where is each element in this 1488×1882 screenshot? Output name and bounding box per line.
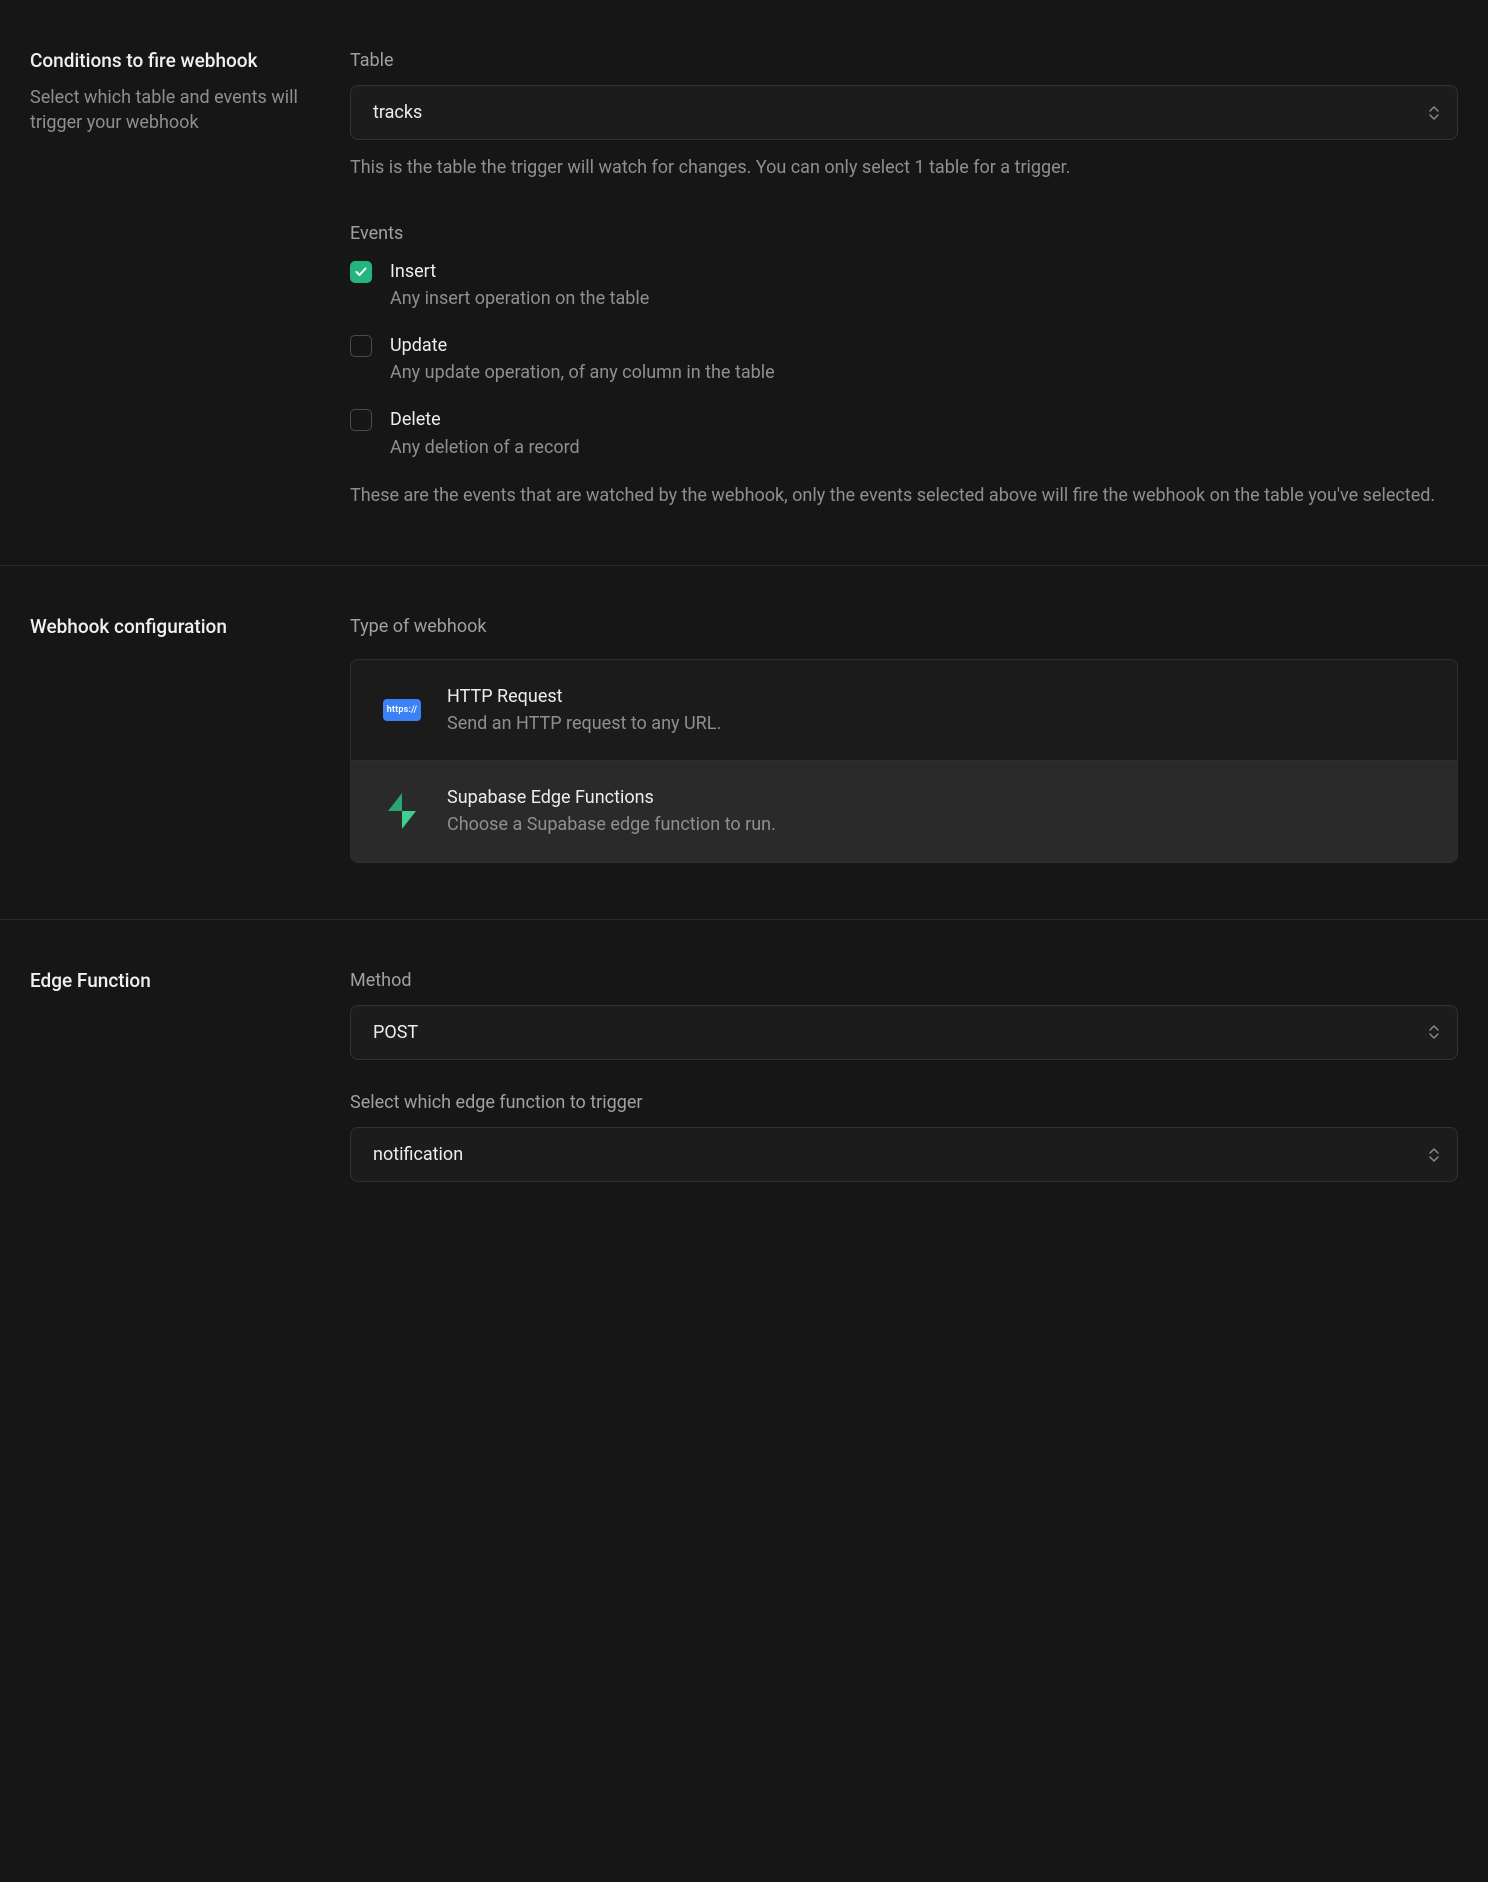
event-name: Update	[390, 333, 775, 358]
conditions-subtitle: Select which table and events will trigg…	[30, 85, 330, 135]
events-helper-text: These are the events that are watched by…	[350, 482, 1458, 509]
table-field-label: Table	[350, 48, 1458, 73]
event-desc: Any update operation, of any column in t…	[390, 360, 775, 385]
http-icon: https://	[379, 687, 425, 733]
type-title: HTTP Request	[447, 684, 721, 709]
method-select-value: POST	[373, 1020, 418, 1045]
supabase-icon	[379, 788, 425, 834]
type-title: Supabase Edge Functions	[447, 785, 776, 810]
event-checkbox-delete[interactable]	[350, 409, 372, 431]
config-title: Webhook configuration	[30, 614, 330, 641]
table-helper-text: This is the table the trigger will watch…	[350, 154, 1458, 181]
chevron-up-down-icon	[1427, 1023, 1441, 1041]
function-select-value: notification	[373, 1142, 463, 1167]
events-field-label: Events	[350, 221, 1458, 246]
event-name: Insert	[390, 259, 649, 284]
table-select[interactable]: tracks	[350, 85, 1458, 140]
event-checkbox-insert[interactable]	[350, 261, 372, 283]
conditions-title: Conditions to fire webhook	[30, 48, 330, 75]
event-name: Delete	[390, 407, 580, 432]
webhook-type-http[interactable]: https:// HTTP Request Send an HTTP reque…	[350, 659, 1458, 761]
event-checkbox-update[interactable]	[350, 335, 372, 357]
type-desc: Choose a Supabase edge function to run.	[447, 812, 776, 837]
event-row-insert: Insert Any insert operation on the table	[350, 259, 1458, 311]
type-label: Type of webhook	[350, 614, 1458, 639]
type-desc: Send an HTTP request to any URL.	[447, 711, 721, 736]
method-select[interactable]: POST	[350, 1005, 1458, 1060]
function-select-label: Select which edge function to trigger	[350, 1090, 1458, 1115]
section-conditions: Conditions to fire webhook Select which …	[0, 0, 1488, 566]
edge-title: Edge Function	[30, 968, 330, 995]
event-row-delete: Delete Any deletion of a record	[350, 407, 1458, 459]
section-webhook-config: Webhook configuration Type of webhook ht…	[0, 566, 1488, 920]
function-select[interactable]: notification	[350, 1127, 1458, 1182]
event-desc: Any insert operation on the table	[390, 286, 649, 311]
table-select-value: tracks	[373, 100, 422, 125]
chevron-up-down-icon	[1427, 1146, 1441, 1164]
webhook-type-edge-function[interactable]: Supabase Edge Functions Choose a Supabas…	[350, 761, 1458, 862]
chevron-up-down-icon	[1427, 104, 1441, 122]
event-row-update: Update Any update operation, of any colu…	[350, 333, 1458, 385]
event-desc: Any deletion of a record	[390, 435, 580, 460]
section-edge-function: Edge Function Method POST Select which e…	[0, 920, 1488, 1239]
method-label: Method	[350, 968, 1458, 993]
